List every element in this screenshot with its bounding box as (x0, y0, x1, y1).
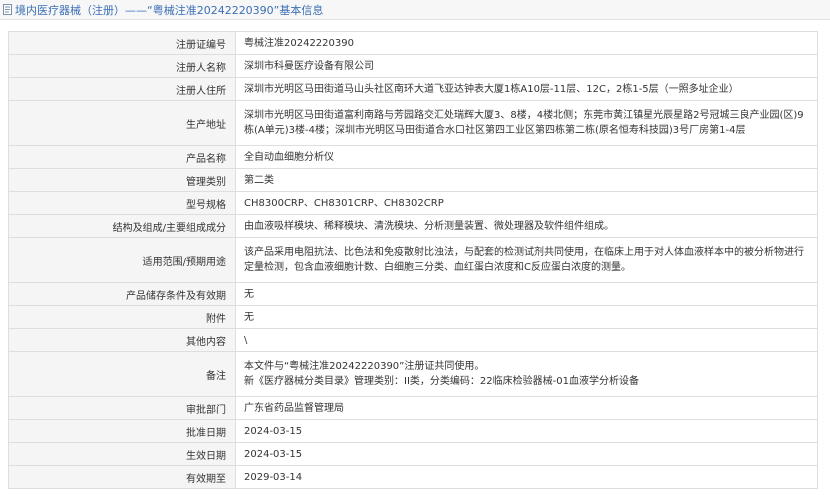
field-value-structure-composition: 由血液吸样模块、稀释模块、清洗模块、分析测量装置、微处理器及软件组件组成。 (235, 214, 818, 238)
field-value-storage-validity: 无 (235, 282, 818, 306)
field-label: 有效期至 (8, 465, 236, 489)
remark-line: 新《医疗器械分类目录》管理类别：II类，分类编码：22临床检验器械-01血液学分… (244, 376, 639, 387)
document-icon (3, 4, 12, 15)
table-row: 管理类别 第二类 (8, 168, 818, 192)
field-value-production-address: 深圳市光明区马田街道富利南路与芳园路交汇处瑞辉大厦3、8楼，4楼北侧；东莞市黄江… (235, 100, 818, 146)
field-label: 适用范围/预期用途 (8, 237, 236, 283)
table-row: 备注 本文件与“粤械注准20242220390”注册证共同使用。 新《医疗器械分… (8, 351, 818, 397)
field-label: 产品名称 (8, 145, 236, 169)
field-label: 管理类别 (8, 168, 236, 192)
table-row: 生产地址 深圳市光明区马田街道富利南路与芳园路交汇处瑞辉大厦3、8楼，4楼北侧；… (8, 100, 818, 146)
remark-line: 本文件与“粤械注准20242220390”注册证共同使用。 (244, 361, 485, 372)
field-value-intended-use: 该产品采用电阻抗法、比色法和免疫散射比浊法，与配套的检测试剂共同使用，在临床上用… (235, 237, 818, 283)
table-row: 型号规格 CH8300CRP、CH8301CRP、CH8302CRP (8, 191, 818, 215)
table-row: 注册人名称 深圳市科曼医疗设备有限公司 (8, 54, 818, 78)
field-label: 注册人住所 (8, 77, 236, 101)
table-row: 产品储存条件及有效期 无 (8, 282, 818, 306)
field-label: 结构及组成/主要组成成分 (8, 214, 236, 238)
table-row: 附件 无 (8, 305, 818, 329)
field-label: 型号规格 (8, 191, 236, 215)
table-row: 结构及组成/主要组成成分 由血液吸样模块、稀释模块、清洗模块、分析测量装置、微处… (8, 214, 818, 238)
table-row: 产品名称 全自动血细胞分析仪 (8, 145, 818, 169)
field-label: 产品储存条件及有效期 (8, 282, 236, 306)
field-value-expiry-date: 2029-03-14 (235, 465, 818, 489)
table-row: 注册人住所 深圳市光明区马田街道马山头社区南环大道飞亚达钟表大厦1栋A10层-1… (8, 77, 818, 101)
field-value-other-content: \ (235, 328, 818, 352)
field-value-registrant-address: 深圳市光明区马田街道马山头社区南环大道飞亚达钟表大厦1栋A10层-11层、12C… (235, 77, 818, 101)
table-row: 适用范围/预期用途 该产品采用电阻抗法、比色法和免疫散射比浊法，与配套的检测试剂… (8, 237, 818, 283)
field-label: 批准日期 (8, 419, 236, 443)
field-value-approval-department: 广东省药品监督管理局 (235, 396, 818, 420)
page-title: 境内医疗器械（注册）——“粤械注准20242220390”基本信息 (15, 3, 324, 17)
field-value-registration-number: 粤械注准20242220390 (235, 31, 818, 55)
field-label: 审批部门 (8, 396, 236, 420)
field-label: 注册证编号 (8, 31, 236, 55)
field-value-approval-date: 2024-03-15 (235, 419, 818, 443)
field-label: 备注 (8, 351, 236, 397)
field-value-product-name: 全自动血细胞分析仪 (235, 145, 818, 169)
field-label: 其他内容 (8, 328, 236, 352)
field-value-effective-date: 2024-03-15 (235, 442, 818, 466)
info-table-wrapper: 注册证编号 粤械注准20242220390 注册人名称 深圳市科曼医疗设备有限公… (8, 31, 818, 489)
table-row: 批准日期 2024-03-15 (8, 419, 818, 443)
table-row: 其他内容 \ (8, 328, 818, 352)
table-row: 注册证编号 粤械注准20242220390 (8, 31, 818, 55)
field-label: 生效日期 (8, 442, 236, 466)
field-value-model-spec: CH8300CRP、CH8301CRP、CH8302CRP (235, 191, 818, 215)
field-label: 注册人名称 (8, 54, 236, 78)
table-row: 审批部门 广东省药品监督管理局 (8, 396, 818, 420)
field-label: 生产地址 (8, 100, 236, 146)
page-header: 境内医疗器械（注册）——“粤械注准20242220390”基本信息 (0, 0, 830, 20)
table-row: 有效期至 2029-03-14 (8, 465, 818, 489)
table-row: 生效日期 2024-03-15 (8, 442, 818, 466)
info-table: 注册证编号 粤械注准20242220390 注册人名称 深圳市科曼医疗设备有限公… (8, 31, 818, 489)
field-value-registrant-name: 深圳市科曼医疗设备有限公司 (235, 54, 818, 78)
field-label: 附件 (8, 305, 236, 329)
field-value-management-category: 第二类 (235, 168, 818, 192)
field-value-attachment: 无 (235, 305, 818, 329)
field-value-remarks: 本文件与“粤械注准20242220390”注册证共同使用。 新《医疗器械分类目录… (235, 351, 818, 397)
